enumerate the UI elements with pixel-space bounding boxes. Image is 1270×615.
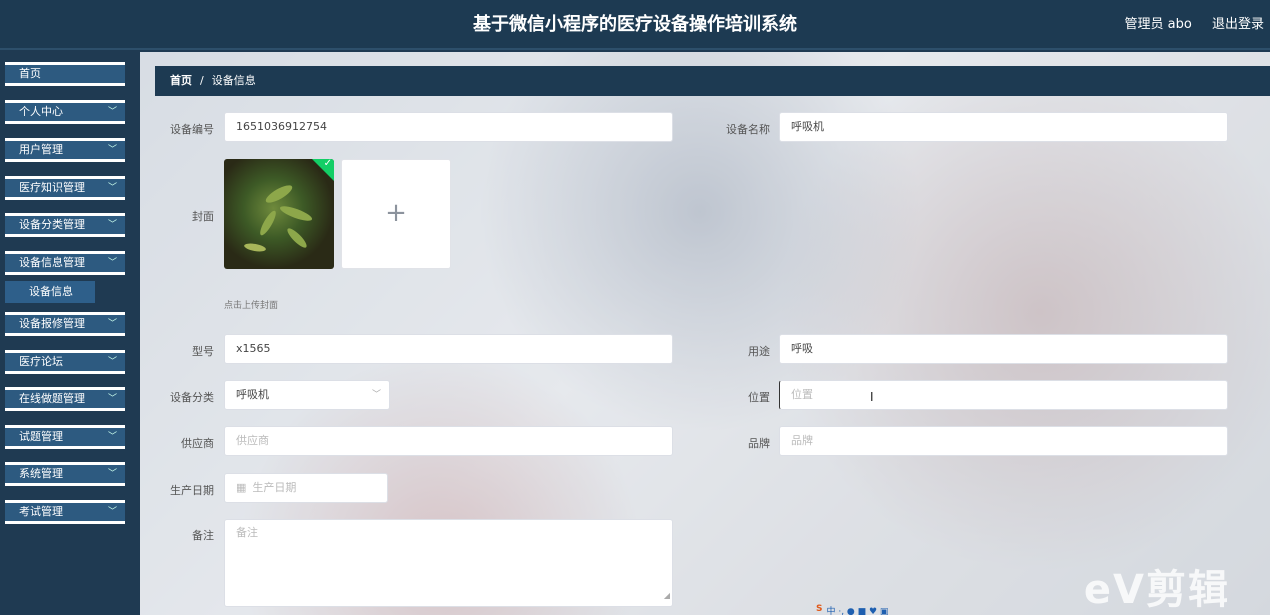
usage-label: 用途 <box>748 345 770 358</box>
remark-textarea[interactable]: 备注 ◢ <box>224 519 673 607</box>
watermark-logo: eV剪辑 <box>1083 567 1230 613</box>
sidebar-subitem-device-info[interactable]: 设备信息 <box>5 281 95 303</box>
sidebar-item-device-category[interactable]: 设备分类管理 ﹀ <box>5 213 125 237</box>
chevron-down-icon: ﹀ <box>107 107 117 117</box>
resize-grip-icon[interactable]: ◢ <box>664 587 670 605</box>
sidebar-item-label: 医疗知识管理 <box>19 181 85 194</box>
breadcrumb-separator: / <box>200 74 204 87</box>
category-label: 设备分类 <box>170 391 214 404</box>
cover-label: 封面 <box>192 210 214 223</box>
supplier-label: 供应商 <box>181 437 214 450</box>
sidebar-item-label: 医疗论坛 <box>19 355 63 368</box>
sidebar-item-label: 在线做题管理 <box>19 392 85 405</box>
sidebar-item-label: 试题管理 <box>19 430 63 443</box>
sidebar-item-home[interactable]: 首页 <box>5 62 125 86</box>
top-header: 基于微信小程序的医疗设备操作培训系统 管理员 abo 退出登录 <box>0 0 1270 50</box>
sidebar-item-device-info[interactable]: 设备信息管理 ﹀ <box>5 251 125 275</box>
plus-icon[interactable]: + <box>341 159 451 269</box>
device-name-input[interactable]: 呼吸机 <box>779 112 1228 142</box>
chevron-down-icon: ﹀ <box>107 432 117 442</box>
brand-input[interactable]: 品牌 <box>779 426 1228 456</box>
location-input[interactable]: 位置 <box>779 380 1228 410</box>
app-title: 基于微信小程序的医疗设备操作培训系统 <box>473 14 797 35</box>
ime-logo-icon: S <box>816 604 823 614</box>
calendar-icon: ▦ <box>236 481 247 494</box>
breadcrumb-home[interactable]: 首页 <box>170 74 192 87</box>
remark-placeholder: 备注 <box>236 526 258 539</box>
sidebar-item-forum[interactable]: 医疗论坛 ﹀ <box>5 350 125 374</box>
header-user-area: 管理员 abo 退出登录 <box>1109 13 1264 32</box>
chevron-down-icon: ﹀ <box>107 469 117 479</box>
chevron-down-icon: ﹀ <box>107 394 117 404</box>
ime-toolbar: S 中 ·, ● ■ ♥ ▣ <box>816 604 936 615</box>
device-no-label: 设备编号 <box>170 123 214 136</box>
sidebar-item-label: 设备信息管理 <box>19 256 85 269</box>
chevron-down-icon: ﹀ <box>107 145 117 155</box>
sidebar-item-repair[interactable]: 设备报修管理 ﹀ <box>5 312 125 336</box>
sidebar-item-label: 考试管理 <box>19 505 63 518</box>
sidebar-item-exam[interactable]: 考试管理 ﹀ <box>5 500 125 524</box>
production-date-picker[interactable]: ▦ 生产日期 <box>224 473 388 503</box>
supplier-input[interactable]: 供应商 <box>224 426 673 456</box>
sidebar-item-label: 用户管理 <box>19 143 63 156</box>
device-no-input[interactable]: 1651036912754 <box>224 112 673 142</box>
chevron-down-icon: ﹀ <box>107 258 117 268</box>
sidebar-item-label: 个人中心 <box>19 105 63 118</box>
ime-status-icons: 中 ·, ● ■ ♥ ▣ <box>826 607 889 615</box>
current-user: 管理员 abo <box>1124 17 1192 32</box>
device-name-label: 设备名称 <box>726 123 770 136</box>
sidebar-item-online-practice[interactable]: 在线做题管理 ﹀ <box>5 387 125 411</box>
chevron-down-icon: ﹀ <box>107 319 117 329</box>
usage-input[interactable]: 呼吸 <box>779 334 1228 364</box>
chevron-down-icon: ﹀ <box>371 390 381 400</box>
chevron-down-icon: ﹀ <box>107 220 117 230</box>
model-input[interactable]: x1565 <box>224 334 673 364</box>
text-cursor-icon: I <box>870 390 874 404</box>
chevron-down-icon: ﹀ <box>107 183 117 193</box>
check-icon: ✓ <box>323 159 332 169</box>
sidebar-item-label: 设备分类管理 <box>19 218 85 231</box>
sidebar: 首页 个人中心 ﹀ 用户管理 ﹀ 医疗知识管理 ﹀ 设备分类管理 ﹀ 设备信息管… <box>0 52 140 615</box>
category-select[interactable]: 呼吸机 ﹀ <box>224 380 390 410</box>
cover-upload-hint: 点击上传封面 <box>224 301 279 311</box>
production-date-label: 生产日期 <box>170 484 214 497</box>
sidebar-item-user-management[interactable]: 用户管理 ﹀ <box>5 138 125 162</box>
location-label: 位置 <box>748 391 770 404</box>
cover-image-thumbnail[interactable]: ✓ <box>224 159 334 269</box>
chevron-down-icon: ﹀ <box>107 357 117 367</box>
category-selected-value: 呼吸机 <box>236 388 269 401</box>
breadcrumb-current: 设备信息 <box>211 74 256 87</box>
production-date-placeholder: 生产日期 <box>252 481 297 494</box>
main-content: 首页 / 设备信息 设备编号 1651036912754 设备名称 呼吸机 封面 ✓… <box>140 52 1270 615</box>
remark-label: 备注 <box>192 529 214 542</box>
sidebar-item-label: 首页 <box>19 67 41 80</box>
sidebar-item-medical-knowledge[interactable]: 医疗知识管理 ﹀ <box>5 176 125 200</box>
sidebar-item-questions[interactable]: 试题管理 ﹀ <box>5 425 125 449</box>
sidebar-item-personal-center[interactable]: 个人中心 ﹀ <box>5 100 125 124</box>
sidebar-item-system[interactable]: 系统管理 ﹀ <box>5 462 125 486</box>
breadcrumb: 首页 / 设备信息 <box>155 66 1270 96</box>
model-label: 型号 <box>192 345 214 358</box>
brand-label: 品牌 <box>748 437 770 450</box>
logout-link[interactable]: 退出登录 <box>1212 17 1264 32</box>
sidebar-item-label: 系统管理 <box>19 467 63 480</box>
chevron-down-icon: ﹀ <box>107 507 117 517</box>
sidebar-item-label: 设备报修管理 <box>19 317 85 330</box>
